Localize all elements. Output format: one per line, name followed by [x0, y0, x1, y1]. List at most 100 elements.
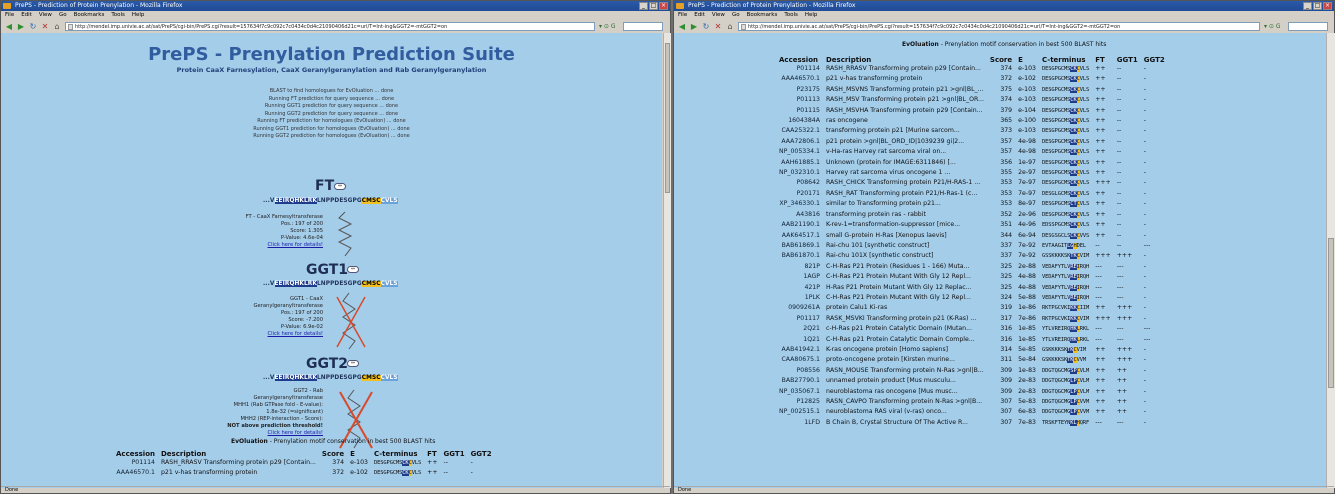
cell-score: 357 [1000, 137, 1013, 145]
forward-icon[interactable]: ▶ [16, 22, 26, 31]
go-button[interactable]: ▾ ⊙ G [599, 22, 616, 31]
minimize-button[interactable]: _ [639, 2, 648, 10]
address-bar[interactable]: http://mendel.imp.univie.ac.at/sat/PrePS… [65, 22, 595, 31]
details-link[interactable]: Click here for details! [173, 242, 324, 249]
cell-description: small G-protein H-Ras [Xenopus laevis] [825, 231, 947, 239]
cterm-segment: VLM [1079, 367, 1090, 374]
ggt1-heading: GGT1 [306, 262, 349, 278]
go-button[interactable]: ▾ ⊙ G [1264, 22, 1281, 31]
search-box[interactable] [623, 22, 663, 31]
address-bar[interactable]: http://mendel.imp.univie.ac.at/sat/PrePS… [738, 22, 1260, 31]
col-ggt1: GGT1 [443, 450, 465, 458]
scroll-thumb[interactable] [1328, 238, 1334, 388]
cell-accession[interactable]: NP_002515.1 [776, 407, 823, 417]
menu-view[interactable]: View [712, 12, 725, 18]
search-box[interactable] [1288, 22, 1328, 31]
cell-accession[interactable]: NP_032310.1 [776, 168, 823, 178]
cell-accession[interactable]: CAA80675.1 [776, 355, 823, 365]
menu-help[interactable]: Help [132, 12, 145, 18]
stop-icon[interactable]: ✕ [40, 22, 50, 31]
cell-accession[interactable]: P01113 [776, 95, 823, 105]
cell-accession[interactable]: BAB27790.1 [776, 376, 823, 386]
cell-accession[interactable]: 1Q21 [776, 335, 823, 345]
cell-accession[interactable]: P01114 [776, 64, 823, 74]
details-link[interactable]: Click here for details! [173, 430, 324, 437]
ggt1-toggle-icon[interactable]: ⇔ [347, 266, 359, 273]
left-scrollbar[interactable] [663, 33, 671, 488]
close-button[interactable]: × [1323, 2, 1332, 10]
cell-accession[interactable]: 1PLK [776, 293, 823, 303]
cterm-segment: VLS [1079, 76, 1090, 83]
cell-accession[interactable]: CAA25322.1 [776, 126, 823, 136]
maximize-button[interactable]: □ [649, 2, 658, 10]
cell-accession[interactable]: BAB61870.1 [776, 251, 823, 261]
cell-accession[interactable]: AAB41942.1 [776, 345, 823, 355]
home-icon[interactable]: ⌂ [725, 22, 735, 31]
cell-evalue: 5e-84 [1018, 356, 1036, 364]
cell-accession[interactable]: P23175 [776, 85, 823, 95]
ggt2-toggle-icon[interactable]: ⇔ [347, 360, 359, 367]
cell-accession[interactable]: 821P [776, 262, 823, 272]
cell-description: Unknown (protein for IMAGE:6311846) [... [825, 158, 956, 166]
menu-bookmarks[interactable]: Bookmarks [74, 12, 105, 18]
menu-file[interactable]: File [678, 12, 687, 18]
close-button[interactable]: × [659, 2, 668, 10]
cell-accession[interactable]: P20171 [776, 189, 823, 199]
menu-tools[interactable]: Tools [111, 12, 125, 18]
menu-edit[interactable]: Edit [21, 12, 32, 18]
cell-accession[interactable]: AAK64517.1 [776, 231, 823, 241]
cell-accession[interactable]: AAA46570.1 [113, 468, 158, 478]
menu-help[interactable]: Help [805, 12, 818, 18]
minimize-button[interactable]: _ [1303, 2, 1312, 10]
maximize-button[interactable]: □ [1313, 2, 1322, 10]
cell-accession[interactable]: P01115 [776, 106, 823, 116]
cell-ft: +++ [1095, 252, 1111, 260]
cell-accession[interactable]: 1LFD [776, 418, 823, 428]
right-scrollbar[interactable] [1326, 33, 1335, 488]
cell-accession[interactable]: NP_035067.1 [776, 387, 823, 397]
cell-accession[interactable]: 421P [776, 283, 823, 293]
menu-go[interactable]: Go [732, 12, 740, 18]
back-icon[interactable]: ◀ [4, 22, 14, 31]
menu-edit[interactable]: Edit [694, 12, 705, 18]
cell-accession[interactable]: 2Q21 [776, 324, 823, 334]
cell-description: RASH_RRASV Transforming protein p29 [Con… [161, 459, 316, 466]
firefox-icon [676, 3, 684, 9]
cell-accession[interactable]: BAB61869.1 [776, 241, 823, 251]
cell-accession[interactable]: 1604384A [776, 116, 823, 126]
cell-accession[interactable]: A43816 [776, 210, 823, 220]
menu-go[interactable]: Go [59, 12, 67, 18]
cell-accession[interactable]: P01117 [776, 314, 823, 324]
reload-icon[interactable]: ↻ [28, 22, 38, 31]
cell-accession[interactable]: 1AGP [776, 272, 823, 282]
cell-accession[interactable]: AAB21190.1 [776, 220, 823, 230]
cell-accession[interactable]: AAH61885.1 [776, 158, 823, 168]
scroll-thumb[interactable] [665, 43, 670, 193]
back-icon[interactable]: ◀ [677, 22, 687, 31]
cell-accession[interactable]: AAA72806.1 [776, 137, 823, 147]
menu-view[interactable]: View [39, 12, 52, 18]
menu-file[interactable]: File [5, 12, 14, 18]
details-link[interactable]: Click here for details! [173, 331, 324, 338]
cell-description: neuroblastoma ras oncogene [Mus musc... [825, 387, 958, 395]
menu-bookmarks[interactable]: Bookmarks [747, 12, 778, 18]
info-line: P-Value: 4.6e-04 [280, 235, 323, 241]
cell-accession[interactable]: AAA46570.1 [776, 74, 823, 84]
stop-icon[interactable]: ✕ [713, 22, 723, 31]
cell-ggt1: -- [1116, 75, 1122, 83]
cell-cterminus: RKTPGCVKIKKCVIM [1039, 314, 1092, 324]
home-icon[interactable]: ⌂ [52, 22, 62, 31]
cell-accession[interactable]: 0909261A [776, 303, 823, 313]
cell-accession[interactable]: P01114 [113, 458, 158, 468]
cterm-segment: VLM [1079, 388, 1090, 395]
ft-toggle-icon[interactable]: ⇔ [334, 183, 346, 190]
cell-accession[interactable]: NP_005334.1 [776, 147, 823, 157]
cell-accession[interactable]: XP_346330.1 [776, 199, 823, 209]
forward-icon[interactable]: ▶ [689, 22, 699, 31]
cell-accession[interactable]: P08556 [776, 366, 823, 376]
menu-tools[interactable]: Tools [784, 12, 798, 18]
cell-accession[interactable]: P12825 [776, 397, 823, 407]
cell-accession[interactable]: P08642 [776, 178, 823, 188]
reload-icon[interactable]: ↻ [701, 22, 711, 31]
cell-score: 319 [1000, 304, 1013, 312]
